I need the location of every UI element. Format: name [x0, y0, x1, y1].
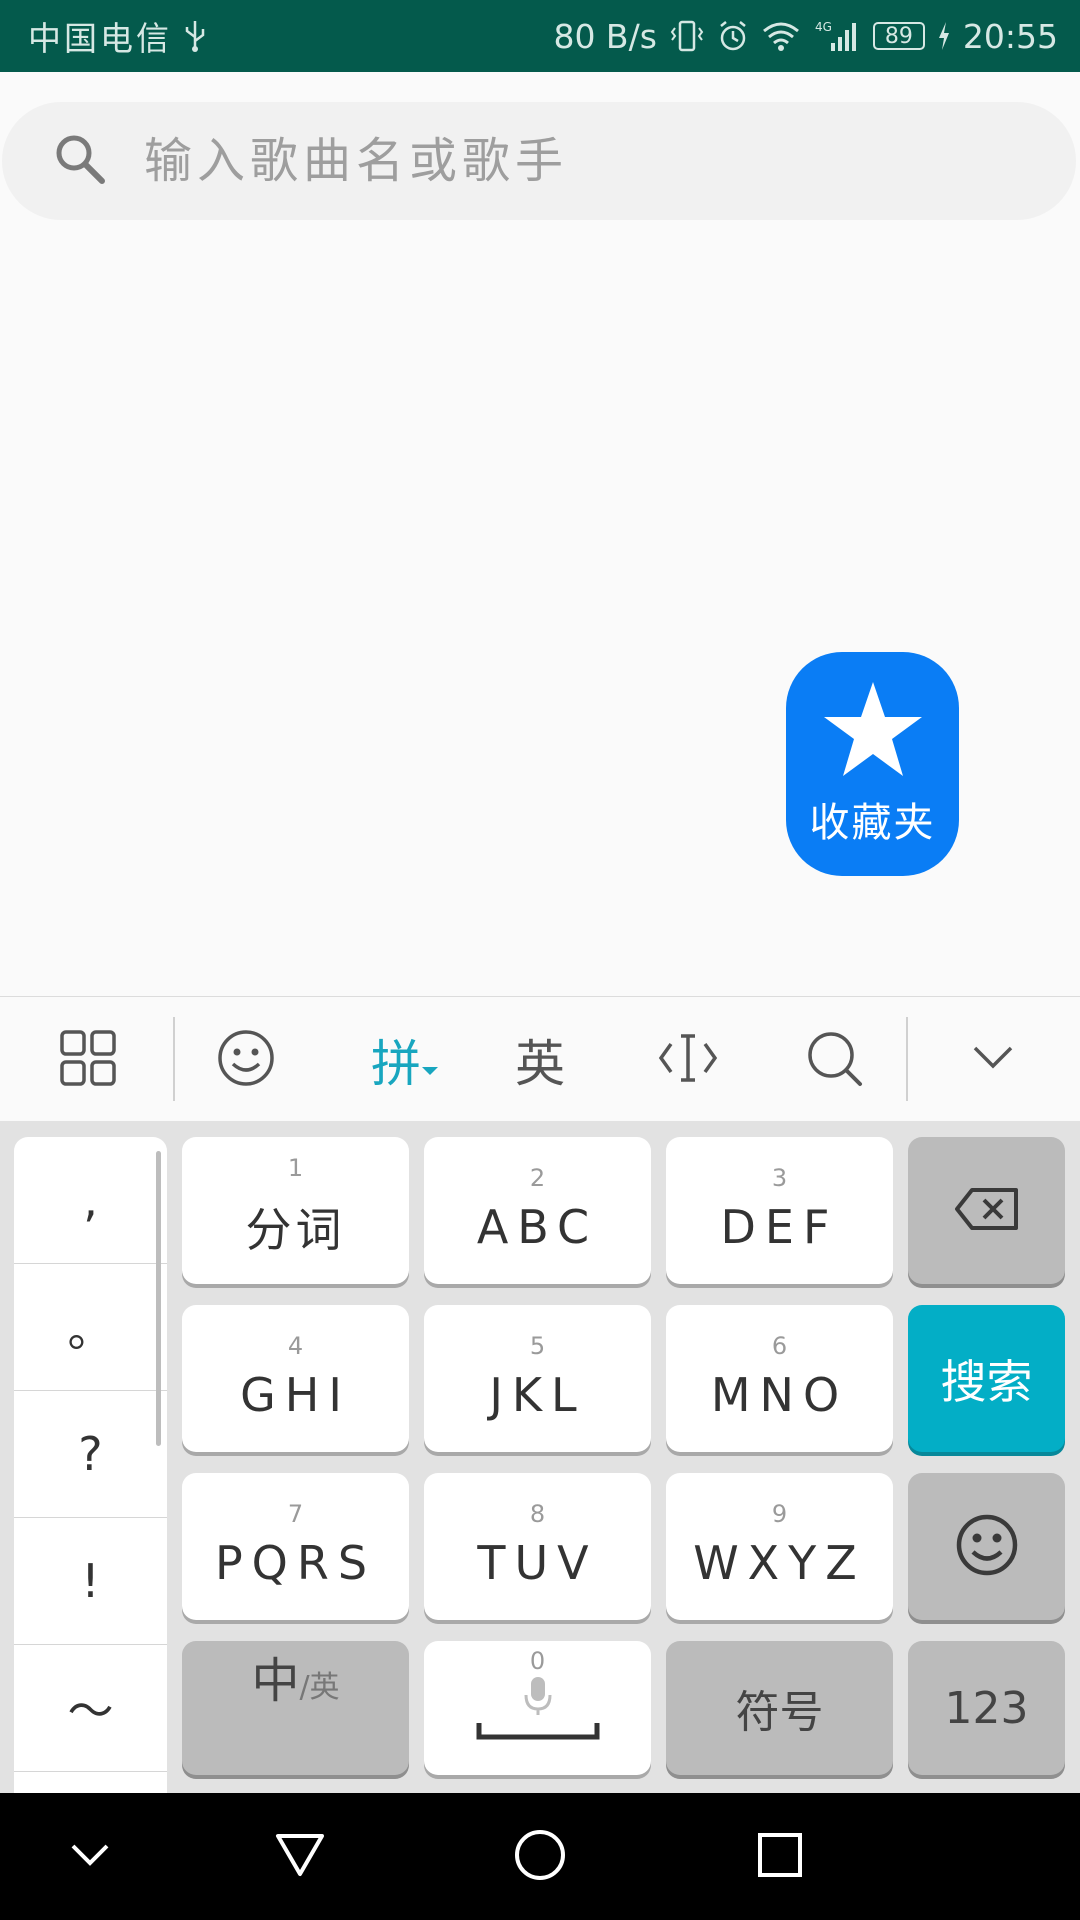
key-label: WXYZ: [693, 1535, 866, 1590]
grid-icon: [59, 1029, 117, 1091]
key-label: 分词: [245, 1202, 346, 1257]
key-label: MNO: [710, 1367, 849, 1422]
collapse-keyboard-button[interactable]: [943, 997, 1043, 1122]
recents-button[interactable]: [710, 1793, 850, 1920]
space-key[interactable]: 0: [424, 1641, 651, 1775]
key-label: PQRS: [214, 1535, 377, 1590]
back-button[interactable]: [230, 1793, 370, 1920]
backspace-icon: [954, 1187, 1020, 1235]
key-number: 5: [529, 1331, 546, 1360]
key-number: 9: [771, 1499, 788, 1528]
signal-icon: 4G: [813, 19, 861, 53]
lang-key-sub: /英: [299, 1670, 340, 1705]
pinyin-label: 拼: [371, 1034, 421, 1093]
net-speed: 80 B/s: [553, 16, 657, 56]
clock: 20:55: [962, 16, 1058, 56]
toolbar-divider: [906, 1017, 908, 1101]
key-label: TUV: [477, 1535, 598, 1590]
backspace-key[interactable]: [908, 1137, 1065, 1284]
chevron-down-icon: [971, 1044, 1015, 1076]
network-type: 4G: [815, 20, 832, 34]
magnifier-icon: [804, 1028, 864, 1092]
chinese-english-toggle-key[interactable]: 中 /英: [182, 1641, 409, 1775]
battery-icon: 89: [872, 22, 925, 50]
key-number: 0: [529, 1647, 546, 1675]
number-key[interactable]: 123: [908, 1641, 1065, 1775]
favorites-label: 收藏夹: [809, 800, 936, 846]
key-ghi[interactable]: 4 GHI: [182, 1305, 409, 1452]
key-label: JKL: [489, 1367, 586, 1422]
keyboard-search-button[interactable]: [784, 997, 884, 1122]
vibrate-icon: [669, 19, 705, 53]
smiley-icon: [216, 1028, 276, 1092]
search-bar[interactable]: [2, 102, 1076, 220]
home-icon: [513, 1828, 567, 1886]
home-button[interactable]: [470, 1793, 610, 1920]
hide-keyboard-icon: [69, 1842, 111, 1872]
english-mode-button[interactable]: 英: [490, 997, 590, 1122]
symbol-key[interactable]: 符号: [666, 1641, 893, 1775]
key-tuv[interactable]: 8 TUV: [424, 1473, 651, 1620]
key-wxyz[interactable]: 9 WXYZ: [666, 1473, 893, 1620]
hide-keyboard-button[interactable]: [20, 1793, 160, 1920]
emoji-toolbar-button[interactable]: [196, 997, 296, 1122]
key-number: 2: [529, 1163, 546, 1192]
keyboard-toolbar: 拼 英: [0, 996, 1080, 1121]
punctuation-key[interactable]: !: [14, 1518, 167, 1645]
search-key[interactable]: 搜索: [908, 1305, 1065, 1452]
key-mno[interactable]: 6 MNO: [666, 1305, 893, 1452]
search-key-label: 搜索: [940, 1354, 1033, 1409]
star-icon: [821, 680, 925, 784]
smiley-icon: [955, 1513, 1019, 1581]
key-pqrs[interactable]: 7 PQRS: [182, 1473, 409, 1620]
punctuation-list[interactable]: , 。 ? ! ～: [14, 1137, 167, 1896]
emoji-key[interactable]: [908, 1473, 1065, 1620]
alarm-icon: [717, 19, 749, 53]
usb-icon: [184, 19, 206, 53]
search-icon: [52, 131, 108, 191]
key-fenci[interactable]: 1 分词: [182, 1137, 409, 1284]
symbol-key-label: 符号: [735, 1687, 824, 1738]
toolbar-divider: [173, 1017, 175, 1101]
punctuation-key[interactable]: ～: [14, 1645, 167, 1772]
key-abc[interactable]: 2 ABC: [424, 1137, 651, 1284]
key-number: 3: [771, 1163, 788, 1192]
punctuation-key[interactable]: 。: [14, 1264, 167, 1391]
key-label: ABC: [476, 1199, 599, 1254]
key-number: 6: [771, 1331, 788, 1360]
key-jkl[interactable]: 5 JKL: [424, 1305, 651, 1452]
english-label: 英: [515, 1034, 565, 1093]
key-number: 8: [529, 1499, 546, 1528]
key-number: 1: [287, 1153, 304, 1182]
text-cursor-icon: [657, 1030, 719, 1090]
grid-menu-button[interactable]: [38, 997, 138, 1122]
navigation-bar: [0, 1793, 1080, 1920]
keyboard: , 。 ? ! ～ 1 分词 2 ABC 3 DEF 4 GHI 5 JKL 6…: [0, 1121, 1080, 1896]
punctuation-key[interactable]: ?: [14, 1391, 167, 1518]
dropdown-arrow-icon: [421, 1031, 439, 1089]
status-bar: 中国电信 80 B/s 4G 89 20:55: [0, 0, 1080, 72]
search-input[interactable]: [142, 132, 1046, 190]
charging-icon: [937, 21, 951, 51]
carrier-name: 中国电信: [28, 19, 172, 58]
punctuation-key[interactable]: ,: [14, 1137, 167, 1264]
battery-level: 89: [884, 23, 913, 49]
cursor-edit-button[interactable]: [638, 997, 738, 1122]
space-bar-icon: [476, 1721, 600, 1745]
favorites-button[interactable]: 收藏夹: [786, 652, 959, 876]
wifi-icon: [761, 20, 801, 52]
back-icon: [274, 1832, 326, 1882]
punctuation-scrollbar[interactable]: [156, 1151, 161, 1446]
key-label: DEF: [720, 1199, 839, 1254]
pinyin-mode-button[interactable]: 拼: [350, 997, 460, 1122]
microphone-icon: [523, 1675, 553, 1721]
number-key-label: 123: [944, 1682, 1029, 1734]
key-label: GHI: [240, 1367, 351, 1422]
lang-key-main: 中: [251, 1653, 300, 1709]
key-number: 4: [287, 1331, 304, 1360]
recents-icon: [757, 1832, 803, 1882]
key-def[interactable]: 3 DEF: [666, 1137, 893, 1284]
key-number: 7: [287, 1499, 304, 1528]
